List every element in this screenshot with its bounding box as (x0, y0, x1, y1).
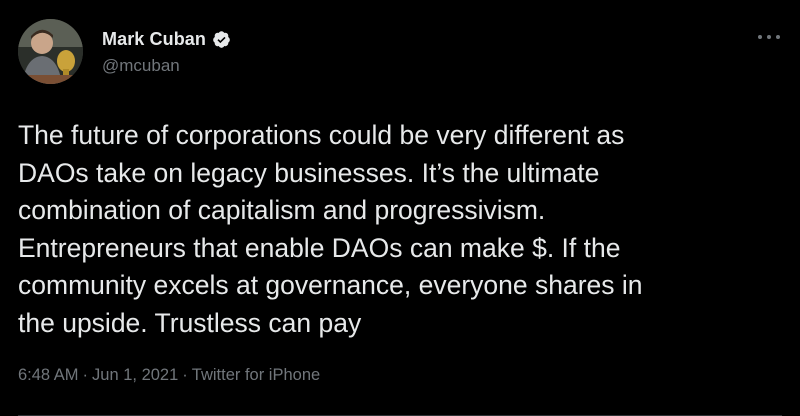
more-options-icon[interactable] (758, 31, 780, 43)
dot (767, 35, 771, 39)
dot (758, 35, 762, 39)
avatar[interactable] (18, 19, 83, 84)
tweet-text: The future of corporations could be very… (18, 120, 643, 338)
author-display-name[interactable]: Mark Cuban (102, 29, 206, 50)
verified-badge-icon (212, 30, 231, 49)
tweet-time[interactable]: 6:48 AM (18, 366, 79, 385)
dot (776, 35, 780, 39)
tweet-card: Mark Cuban @mcuban The future of corpora… (0, 0, 800, 416)
author-handle[interactable]: @mcuban (102, 56, 180, 76)
tweet-date[interactable]: Jun 1, 2021 (92, 366, 178, 385)
meta-separator: · (182, 366, 188, 384)
avatar-image (18, 19, 83, 84)
meta-separator: · (82, 366, 89, 384)
tweet-metadata: 6:48 AM · Jun 1, 2021 · Twitter for iPho… (18, 366, 320, 385)
author-name-row: Mark Cuban (102, 29, 231, 50)
tweet-source[interactable]: Twitter for iPhone (192, 366, 320, 385)
